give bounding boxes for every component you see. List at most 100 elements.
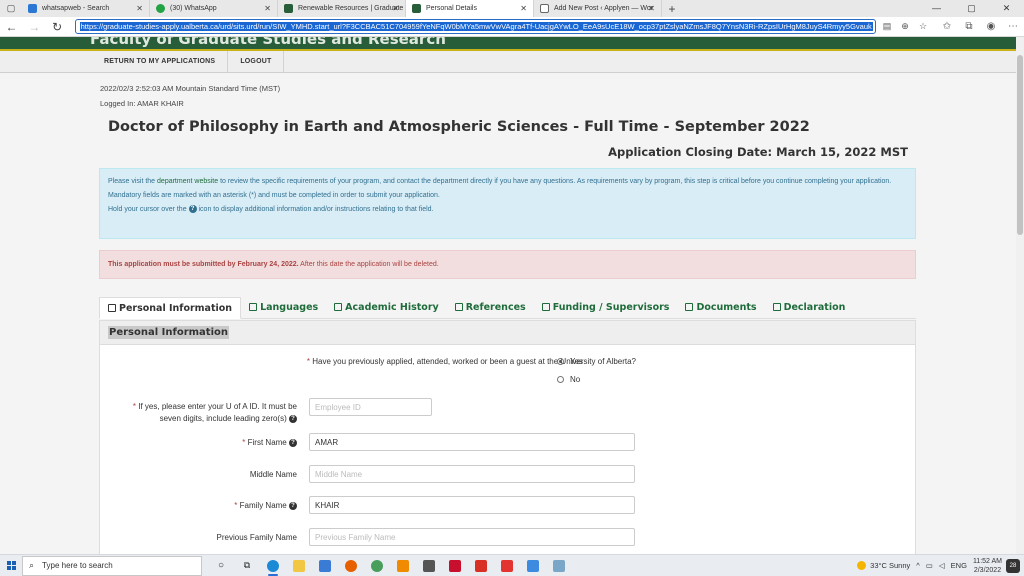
tab-funding-supervisors[interactable]: Funding / Supervisors xyxy=(534,296,678,318)
radio-no[interactable]: No xyxy=(557,375,580,384)
department-website-link[interactable]: department website xyxy=(157,178,218,185)
close-tab-icon[interactable]: ✕ xyxy=(392,4,399,13)
notepad-icon[interactable] xyxy=(546,556,572,576)
edge-icon[interactable] xyxy=(260,556,286,576)
pdf-icon[interactable] xyxy=(468,556,494,576)
first-name-input[interactable] xyxy=(309,433,635,451)
help-question-icon[interactable]: ? xyxy=(289,414,297,423)
tab-declaration[interactable]: Declaration xyxy=(765,296,854,318)
radio-yes[interactable]: Yes xyxy=(557,357,583,366)
radio-button[interactable] xyxy=(557,376,564,383)
ua-id-input[interactable] xyxy=(309,398,432,416)
more-menu-icon[interactable]: ⋯ xyxy=(1002,21,1024,32)
previous-family-name-label: Previous Family Name xyxy=(216,533,297,542)
taskbar-search[interactable]: ⌕ Type here to search xyxy=(22,555,202,576)
help-question-icon[interactable]: ? xyxy=(289,501,297,510)
ualberta-shield-icon xyxy=(412,4,421,13)
help-question-icon: ? xyxy=(188,205,197,214)
tab-label: Declaration xyxy=(783,301,846,313)
browser-tab-active[interactable]: Personal Details ✕ xyxy=(406,0,534,17)
notification-icon[interactable]: 28 xyxy=(1006,558,1020,573)
help-question-icon[interactable]: ? xyxy=(289,438,297,447)
calculator-icon[interactable] xyxy=(416,556,442,576)
file-explorer-icon[interactable] xyxy=(286,556,312,576)
tab-academic-history[interactable]: Academic History xyxy=(326,296,447,318)
url-field[interactable]: https://graduate-studies-apply.ualberta.… xyxy=(74,19,876,34)
family-name-input[interactable] xyxy=(309,496,635,514)
deadline-alert: This application must be submitted by Fe… xyxy=(99,250,916,279)
question-text: If yes, please enter your U of A ID. It … xyxy=(138,402,297,411)
forward-arrow-icon[interactable]: → xyxy=(23,20,46,34)
tab-label: Personal Information xyxy=(119,302,233,314)
cortana-icon[interactable]: ○ xyxy=(208,556,234,576)
radio-button-selected[interactable] xyxy=(557,358,564,365)
task-view-icon[interactable]: ⧉ xyxy=(234,556,260,576)
maximize-icon[interactable]: ▢ xyxy=(954,0,989,17)
logout-link[interactable]: LOGOUT xyxy=(228,51,285,72)
weather-sun-icon xyxy=(857,561,867,570)
back-arrow-icon[interactable]: ← xyxy=(0,20,23,34)
windows-taskbar: ⌕ Type here to search ○ ⧉ 33°C Sunny ^ ▭ … xyxy=(0,554,1024,576)
close-tab-icon[interactable]: ✕ xyxy=(648,4,655,13)
panel-header: Personal Information xyxy=(100,321,915,345)
vlc-icon[interactable] xyxy=(390,556,416,576)
reader-view-icon[interactable]: ▤ xyxy=(878,21,896,32)
favorite-star-icon[interactable]: ☆ xyxy=(914,21,932,32)
firefox-icon[interactable] xyxy=(338,556,364,576)
page-scrollbar[interactable] xyxy=(1016,37,1024,554)
browser-tab[interactable]: Renewable Resources | Graduate ✕ xyxy=(278,0,406,17)
network-icon[interactable]: ▭ xyxy=(926,561,933,570)
browser-tab[interactable]: whatsapweb - Search ✕ xyxy=(22,0,150,17)
language-indicator[interactable]: ENG xyxy=(951,561,967,570)
logged-in-user: Logged In: AMAR KHAIR xyxy=(100,99,184,108)
checkbox-icon xyxy=(249,303,258,311)
info-text: to review the specific requirements of y… xyxy=(218,178,892,185)
profile-icon[interactable]: ◉ xyxy=(980,21,1002,32)
store-icon[interactable] xyxy=(312,556,338,576)
tray-chevron-up-icon[interactable]: ^ xyxy=(916,561,920,570)
edit-checkbox-icon xyxy=(108,304,116,312)
tab-title: Personal Details xyxy=(426,5,477,12)
middle-name-label: Middle Name xyxy=(249,470,297,479)
tab-title: Add New Post ‹ Applyen — Wor xyxy=(554,5,654,12)
field-label: First Name xyxy=(247,438,287,447)
mandatory-note: Mandatory fields are marked with an aste… xyxy=(108,192,440,199)
site-banner: Faculty of Graduate Studies and Research xyxy=(0,37,1024,49)
taskbar-clock[interactable]: 11:52 AM 2/3/2022 xyxy=(973,557,1002,575)
tab-references[interactable]: References xyxy=(447,296,534,318)
tab-label: Documents xyxy=(696,301,757,313)
acrobat-icon[interactable] xyxy=(442,556,468,576)
close-tab-icon[interactable]: ✕ xyxy=(520,4,527,13)
scrollbar-thumb[interactable] xyxy=(1017,55,1023,235)
tab-languages[interactable]: Languages xyxy=(241,296,326,318)
info-text: Hold your cursor over the xyxy=(108,206,189,213)
app-icon[interactable] xyxy=(520,556,546,576)
browser-tab[interactable]: Add New Post ‹ Applyen — Wor ✕ xyxy=(534,0,662,17)
form-tabs: Personal Information Languages Academic … xyxy=(99,297,916,319)
close-window-icon[interactable]: ✕ xyxy=(989,0,1024,17)
weather-text[interactable]: 33°C Sunny xyxy=(870,561,910,570)
tab-title: whatsapweb - Search xyxy=(42,5,110,12)
previous-family-name-input[interactable] xyxy=(309,528,635,546)
favorites-icon[interactable]: ✩ xyxy=(936,21,958,32)
new-tab-icon[interactable]: + xyxy=(662,0,682,17)
minimize-icon[interactable]: — xyxy=(919,0,954,17)
refresh-icon[interactable]: ↻ xyxy=(46,20,69,34)
middle-name-input[interactable] xyxy=(309,465,635,483)
windows-start-icon[interactable] xyxy=(0,561,22,570)
close-tab-icon[interactable]: ✕ xyxy=(136,4,143,13)
chrome-icon[interactable] xyxy=(364,556,390,576)
timestamp: 2022/02/3 2:52:03 AM Mountain Standard T… xyxy=(100,84,281,93)
search-icon: ⌕ xyxy=(29,560,35,570)
tab-actions-icon[interactable]: ▢ xyxy=(0,0,22,17)
info-text: icon to display additional information a… xyxy=(196,206,434,213)
tab-documents[interactable]: Documents xyxy=(677,296,764,318)
browser-tab[interactable]: (30) WhatsApp ✕ xyxy=(150,0,278,17)
close-tab-icon[interactable]: ✕ xyxy=(264,4,271,13)
zoom-icon[interactable]: ⊕ xyxy=(896,21,914,32)
volume-icon[interactable]: ◁ xyxy=(939,561,945,570)
tab-personal-information[interactable]: Personal Information xyxy=(99,297,242,319)
anydesk-icon[interactable] xyxy=(494,556,520,576)
return-to-applications-link[interactable]: RETURN TO MY APPLICATIONS xyxy=(92,51,229,72)
collections-icon[interactable]: ⧉ xyxy=(958,21,980,32)
